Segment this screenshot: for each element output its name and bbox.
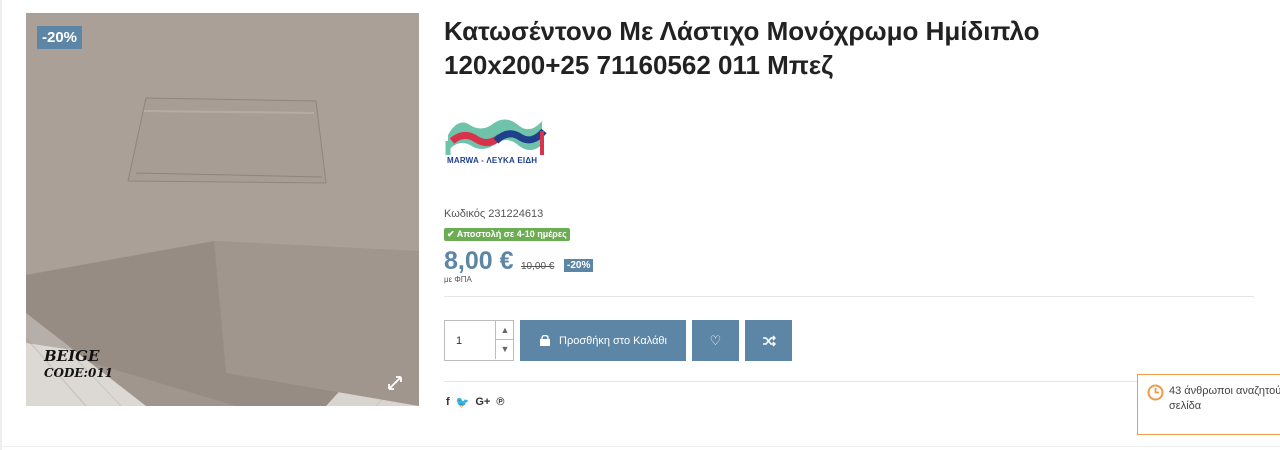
quantity-input[interactable]: 1 xyxy=(456,335,462,347)
wishlist-button[interactable]: ♡ xyxy=(692,320,739,361)
divider xyxy=(444,381,1254,382)
add-to-cart-button[interactable]: Προσθήκη στο Καλάθι xyxy=(520,320,686,361)
check-icon: ✔ xyxy=(447,229,455,239)
facebook-icon[interactable]: f xyxy=(446,396,450,409)
divider xyxy=(444,296,1254,297)
shipping-badge-text: Αποστολή σε 4-10 ημέρες xyxy=(456,229,567,239)
product-title: Κατωσέντονο Με Λάστιχο Μονόχρωμο Ημίδιπλ… xyxy=(444,14,1244,82)
heart-icon: ♡ xyxy=(709,332,722,348)
old-price: 10,00 € xyxy=(521,261,555,272)
image-caption-color: BEIGE xyxy=(44,347,100,365)
share-links: f 🐦 G+ ℗ xyxy=(446,396,504,409)
twitter-icon[interactable]: 🐦 xyxy=(456,396,470,409)
product-code: Κωδικός 231224613 xyxy=(444,208,544,220)
add-to-cart-label: Προσθήκη στο Καλάθι xyxy=(559,334,667,347)
compare-button[interactable] xyxy=(745,320,792,361)
shipping-badge: ✔ Αποστολή σε 4-10 ημέρες xyxy=(444,228,570,241)
quantity-stepper[interactable]: 1 ▲ ▼ xyxy=(444,320,514,361)
discount-badge: -20% xyxy=(37,26,83,49)
pinterest-icon[interactable]: ℗ xyxy=(496,396,504,409)
price-discount-badge: -20% xyxy=(564,259,594,272)
bottom-divider xyxy=(0,446,1280,447)
clock-icon xyxy=(1147,384,1164,401)
vat-note: με ΦΠΑ xyxy=(444,275,472,284)
current-price: 8,00 € xyxy=(444,247,514,275)
product-page: -20% BEIGE CODE:011 Κατωσέντονο Με Λάστι… xyxy=(0,0,1280,450)
shopping-bag-icon xyxy=(540,335,550,346)
expand-icon[interactable] xyxy=(388,376,402,390)
product-title-line2: 120x200+25 71160562 011 Μπεζ xyxy=(444,50,834,80)
image-caption: BEIGE CODE:011 xyxy=(44,347,113,380)
shuffle-icon xyxy=(762,335,776,346)
google-plus-icon[interactable]: G+ xyxy=(475,396,490,409)
image-caption-code: CODE:011 xyxy=(44,366,114,380)
chevron-up-icon[interactable]: ▲ xyxy=(495,321,514,340)
chevron-down-icon[interactable]: ▼ xyxy=(495,340,514,359)
product-title-line1: Κατωσέντονο Με Λάστιχο Μονόχρωμο Ημίδιπλ… xyxy=(444,16,1040,46)
viewers-notification: 43 άνθρωποι αναζητού σελίδα xyxy=(1137,374,1280,435)
left-divider xyxy=(0,0,2,450)
viewers-text: 43 άνθρωποι αναζητού σελίδα xyxy=(1169,385,1280,412)
brand-name: MARWA - ΛΕΥΚΑ ΕΙΔΗ xyxy=(447,156,538,165)
